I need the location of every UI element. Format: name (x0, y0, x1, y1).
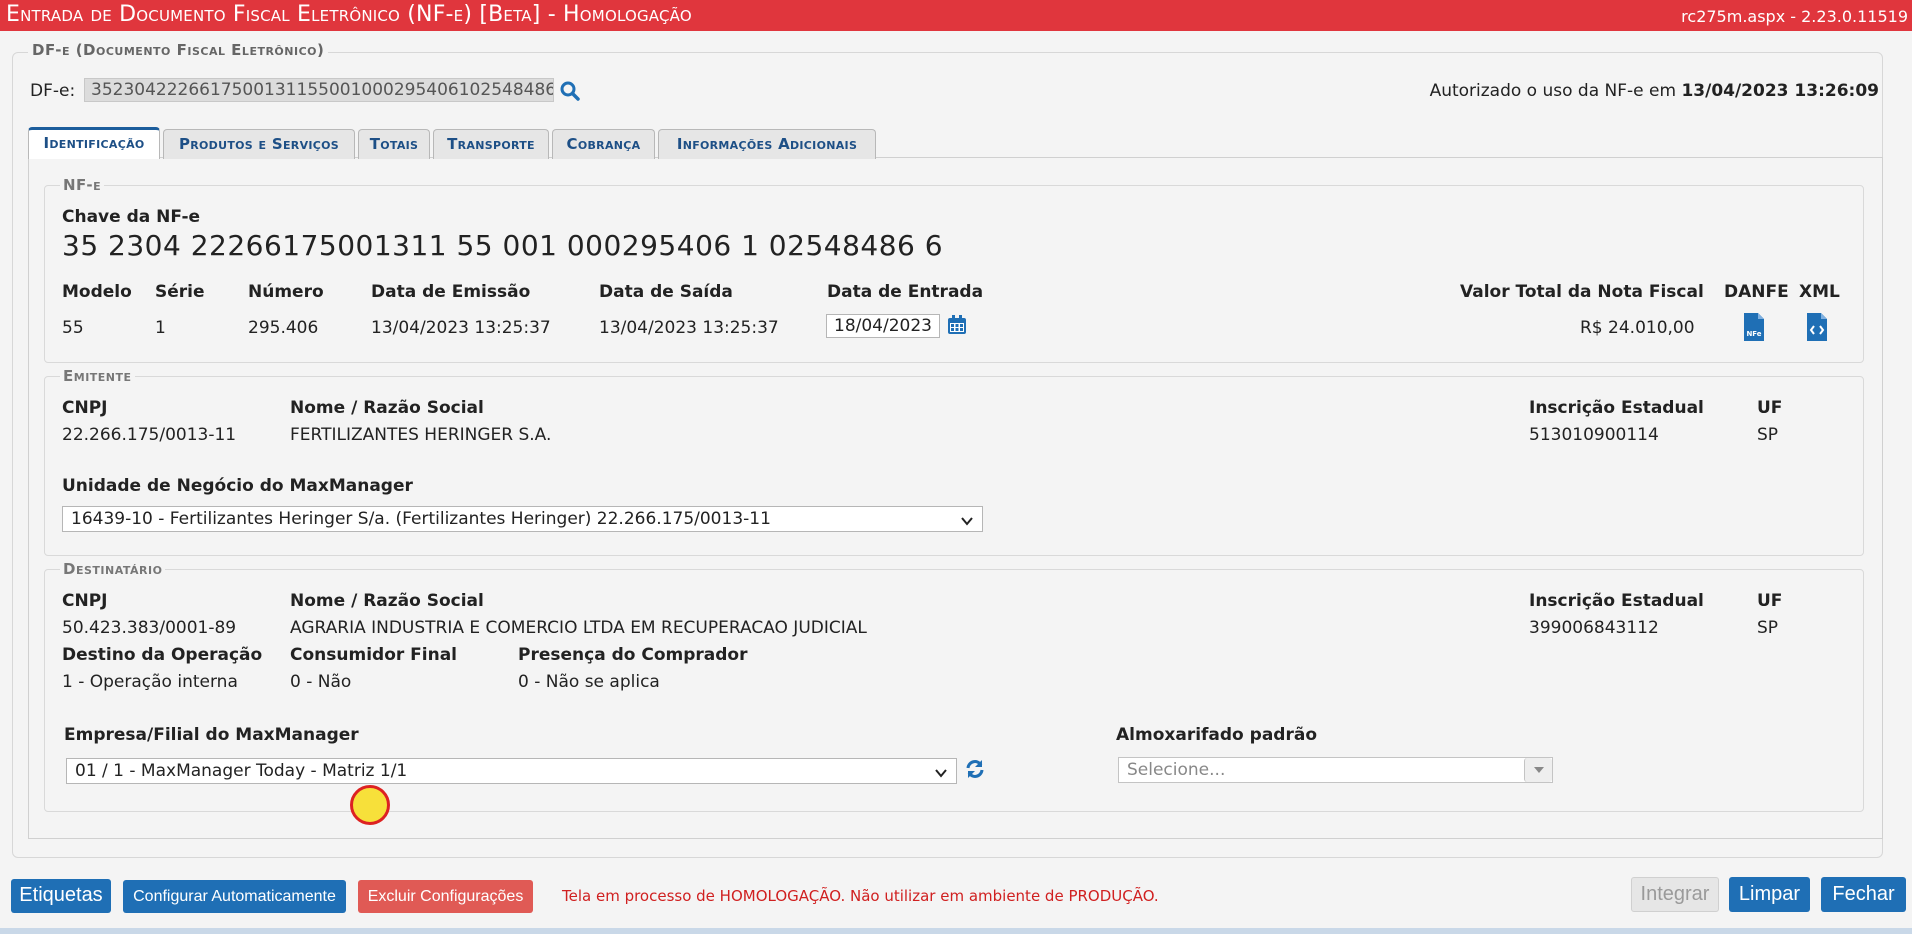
integrar-button[interactable]: Integrar (1631, 877, 1719, 912)
chevron-down-icon (960, 511, 974, 526)
serie-value: 1 (155, 318, 166, 338)
dest-nome-value: AGRARIA INDUSTRIA E COMERCIO LTDA EM REC… (290, 618, 867, 638)
window-title: Entrada de Documento Fiscal Eletrônico (… (6, 2, 692, 27)
tab-transporte[interactable]: Transporte (433, 129, 549, 159)
tab-cobranca[interactable]: Cobrança (552, 129, 655, 159)
authorization-status: Autorizado o uso da NF-e em 13/04/2023 1… (1430, 81, 1879, 101)
dest-nome-header: Nome / Razão Social (290, 591, 484, 611)
unidade-select[interactable]: 16439-10 - Fertilizantes Heringer S/a. (… (62, 506, 983, 532)
emitente-uf-value: SP (1757, 425, 1779, 445)
nfe-legend: NF-e (60, 176, 105, 194)
emitente-nome-header: Nome / Razão Social (290, 398, 484, 418)
data-entrada-header: Data de Entrada (827, 282, 984, 302)
empresa-select[interactable]: 01 / 1 - MaxManager Today - Matriz 1/1 (66, 758, 957, 784)
dfe-label: DF-e: (30, 81, 76, 101)
configurar-button[interactable]: Configurar Automaticamente (123, 880, 346, 913)
chevron-down-icon (934, 763, 948, 778)
destino-header: Destino da Operação (62, 645, 263, 665)
emitente-cnpj-value: 22.266.175/0013-11 (62, 425, 237, 445)
homologacao-warning: Tela em processo de HOMOLOGAÇÃO. Não uti… (562, 887, 1159, 905)
authorization-text: Autorizado o uso da NF-e em (1429, 81, 1677, 101)
dest-ie-value: 399006843112 (1529, 618, 1659, 638)
valor-total-value: R$ 24.010,00 (1580, 318, 1695, 338)
data-saida-value: 13/04/2023 13:25:37 (599, 318, 779, 338)
search-icon[interactable] (559, 80, 581, 102)
xml-header: XML (1799, 282, 1840, 302)
dfe-key-field[interactable]: 3523042226617500131155001000295406102548… (84, 78, 554, 102)
excluir-button[interactable]: Excluir Configurações (358, 880, 533, 913)
dfe-legend: DF-e (Documento Fiscal Eletrônico) (28, 41, 329, 59)
almox-placeholder: Selecione... (1127, 760, 1226, 780)
almox-dropdown-button[interactable] (1524, 758, 1552, 782)
presenca-value: 0 - Não se aplica (518, 672, 660, 692)
destinatario-legend: Destinatário (60, 560, 166, 578)
emitente-cnpj-header: CNPJ (62, 398, 108, 418)
data-entrada-input[interactable]: 18/04/2023 (826, 314, 940, 338)
dest-cnpj-header: CNPJ (62, 591, 108, 611)
unidade-selected-value: 16439-10 - Fertilizantes Heringer S/a. (… (71, 509, 771, 529)
refresh-icon[interactable] (964, 758, 986, 780)
data-emissao-value: 13/04/2023 13:25:37 (371, 318, 551, 338)
bottom-border (0, 928, 1912, 934)
consumidor-value: 0 - Não (290, 672, 352, 692)
danfe-pdf-icon[interactable]: NFe (1742, 313, 1766, 341)
data-emissao-header: Data de Emissão (371, 282, 531, 302)
dest-cnpj-value: 50.423.383/0001-89 (62, 618, 237, 638)
limpar-button[interactable]: Limpar (1729, 877, 1810, 912)
unidade-label: Unidade de Negócio do MaxManager (62, 476, 413, 496)
data-saida-header: Data de Saída (599, 282, 733, 302)
dest-uf-header: UF (1757, 591, 1783, 611)
cursor-highlight (350, 785, 390, 825)
tab-identificacao[interactable]: Identificação (28, 127, 160, 159)
emitente-legend: Emitente (60, 367, 135, 385)
chave-label: Chave da NF-e (62, 207, 201, 227)
almox-label: Almoxarifado padrão (1116, 725, 1318, 745)
calendar-icon[interactable] (946, 314, 968, 336)
numero-header: Número (248, 282, 324, 302)
modelo-value: 55 (62, 318, 84, 338)
serie-header: Série (155, 282, 205, 302)
emitente-ie-header: Inscrição Estadual (1529, 398, 1704, 418)
danfe-header: DANFE (1724, 282, 1789, 302)
emitente-ie-value: 513010900114 (1529, 425, 1659, 445)
numero-value: 295.406 (248, 318, 319, 338)
presenca-header: Presença do Comprador (518, 645, 748, 665)
empresa-selected-value: 01 / 1 - MaxManager Today - Matriz 1/1 (75, 761, 408, 781)
consumidor-header: Consumidor Final (290, 645, 458, 665)
emitente-uf-header: UF (1757, 398, 1783, 418)
fechar-button[interactable]: Fechar (1821, 877, 1906, 912)
authorization-date: 13/04/2023 13:26:09 (1681, 81, 1879, 101)
chave-value: 35 2304 22266175001311 55 001 000295406 … (62, 229, 944, 262)
dest-uf-value: SP (1757, 618, 1779, 638)
version-label: rc275m.aspx - 2.23.0.11519 (1681, 7, 1908, 26)
emitente-nome-value: FERTILIZANTES HERINGER S.A. (290, 425, 552, 445)
etiquetas-button[interactable]: Etiquetas (11, 879, 111, 913)
svg-text:NFe: NFe (1746, 330, 1761, 338)
title-bar: Entrada de Documento Fiscal Eletrônico (… (0, 0, 1912, 31)
valor-total-header: Valor Total da Nota Fiscal (1460, 282, 1704, 302)
tab-totais[interactable]: Totais (358, 129, 430, 159)
modelo-header: Modelo (62, 282, 132, 302)
tab-produtos-servicos[interactable]: Produtos e Serviços (163, 129, 355, 159)
tab-informacoes-adicionais[interactable]: Informações Adicionais (658, 129, 876, 159)
empresa-label: Empresa/Filial do MaxManager (64, 725, 359, 745)
dest-ie-header: Inscrição Estadual (1529, 591, 1704, 611)
xml-file-icon[interactable] (1805, 313, 1829, 341)
destino-value: 1 - Operação interna (62, 672, 238, 692)
almox-select[interactable]: Selecione... (1118, 757, 1553, 783)
